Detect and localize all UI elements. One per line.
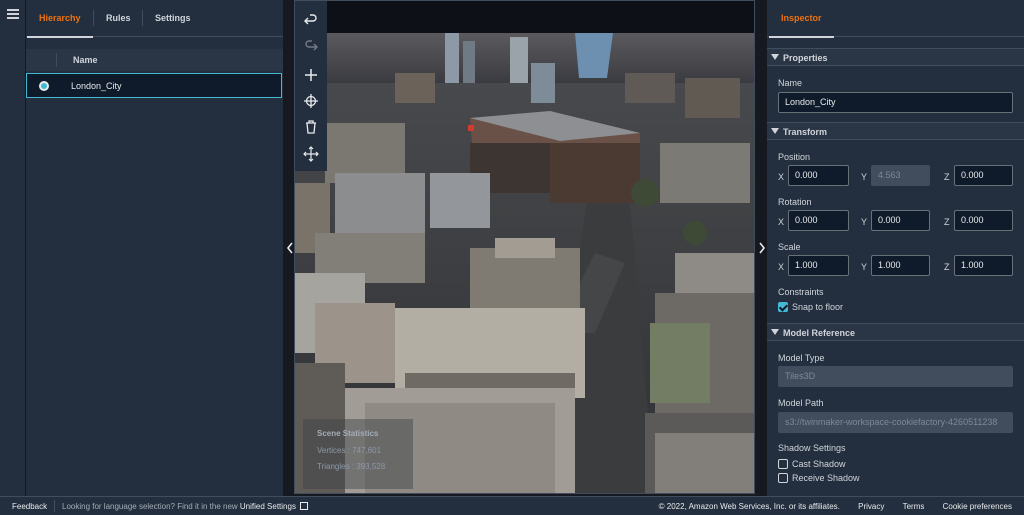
axis-y-label: Y xyxy=(861,172,868,182)
left-tabs: Hierarchy Rules Settings xyxy=(26,0,283,38)
console-footer: Feedback Looking for language selection?… xyxy=(0,496,1024,515)
scale-y-field[interactable]: 1.000 xyxy=(871,255,930,276)
external-link-icon xyxy=(300,502,309,510)
axis-x-label: X xyxy=(778,172,785,182)
rotation-z-field[interactable]: 0.000 xyxy=(954,210,1013,231)
section-label: Properties xyxy=(783,53,828,63)
caret-down-icon xyxy=(771,329,779,335)
model-path-label: Model Path xyxy=(778,398,824,408)
scene-viewport[interactable]: Scene Statistics Vertices : 747,601 Tria… xyxy=(294,0,755,494)
list-item-label: London_City xyxy=(71,81,122,91)
language-message-text: Looking for language selection? Find it … xyxy=(62,502,238,511)
redo-icon[interactable] xyxy=(303,39,319,55)
rotation-y-field[interactable]: 0.000 xyxy=(871,210,930,231)
side-rail xyxy=(0,0,26,496)
name-field[interactable]: London_City xyxy=(778,92,1013,113)
scale-z-field[interactable]: 1.000 xyxy=(954,255,1013,276)
hierarchy-panel: Hierarchy Rules Settings Name London_Cit… xyxy=(26,0,283,496)
position-y-field: 4.563 xyxy=(871,165,930,186)
caret-down-icon xyxy=(771,128,779,134)
scale-label: Scale xyxy=(778,242,801,252)
stats-vertices: Vertices : 747,601 xyxy=(317,446,382,455)
trash-icon[interactable] xyxy=(303,119,319,135)
model-type-field: Tiles3D xyxy=(778,366,1013,387)
footer-links: © 2022, Amazon Web Services, Inc. or its… xyxy=(659,502,1012,511)
caret-down-icon xyxy=(771,54,779,60)
unified-settings-link[interactable]: Unified Settings xyxy=(240,502,296,511)
add-icon[interactable] xyxy=(303,67,319,83)
tab-divider xyxy=(142,10,143,26)
header-divider xyxy=(56,53,57,67)
copyright-text: © 2022, Amazon Web Services, Inc. or its… xyxy=(658,502,840,511)
shadow-settings-label: Shadow Settings xyxy=(778,443,846,453)
target-icon[interactable] xyxy=(303,93,319,109)
move-icon[interactable] xyxy=(303,146,319,162)
tab-rules[interactable]: Rules xyxy=(106,0,131,37)
tab-inspector[interactable]: Inspector xyxy=(769,0,833,38)
footer-divider xyxy=(54,500,55,512)
rotation-label: Rotation xyxy=(778,197,812,207)
undo-icon[interactable] xyxy=(303,13,319,29)
snap-to-floor-checkbox[interactable] xyxy=(778,302,788,312)
section-model-reference[interactable]: Model Reference xyxy=(767,323,1024,341)
cast-shadow-label[interactable]: Cast Shadow xyxy=(792,459,846,469)
position-x-field[interactable]: 0.000 xyxy=(788,165,849,186)
hamburger-menu-icon[interactable] xyxy=(7,9,19,19)
rotation-x-field[interactable]: 0.000 xyxy=(788,210,849,231)
tab-hierarchy[interactable]: Hierarchy xyxy=(27,0,92,38)
section-transform[interactable]: Transform xyxy=(767,122,1024,140)
snap-to-floor-label[interactable]: Snap to floor xyxy=(792,302,843,312)
model-type-label: Model Type xyxy=(778,353,825,363)
cast-shadow-checkbox[interactable] xyxy=(778,459,788,469)
viewport-toolbar xyxy=(295,1,327,171)
tab-divider xyxy=(93,10,94,26)
privacy-link[interactable]: Privacy xyxy=(858,502,884,511)
name-label: Name xyxy=(778,78,803,88)
stats-title: Scene Statistics xyxy=(317,429,379,438)
section-label: Model Reference xyxy=(783,328,856,338)
axis-z-label: Z xyxy=(944,262,950,272)
table-header: Name xyxy=(26,49,283,71)
axis-x-label: X xyxy=(778,217,785,227)
scale-x-field[interactable]: 1.000 xyxy=(788,255,849,276)
inspector-panel: Inspector Properties Name London_City Tr… xyxy=(767,0,1024,496)
selection-radio[interactable] xyxy=(39,81,49,91)
terms-link[interactable]: Terms xyxy=(903,502,925,511)
axis-y-label: Y xyxy=(861,262,868,272)
language-message: Looking for language selection? Find it … xyxy=(62,502,309,511)
section-label: Transform xyxy=(783,127,828,137)
list-item[interactable]: London_City xyxy=(26,73,282,98)
inspector-tabs: Inspector xyxy=(767,0,1024,38)
axis-z-label: Z xyxy=(944,172,950,182)
axis-y-label: Y xyxy=(861,217,868,227)
receive-shadow-checkbox[interactable] xyxy=(778,473,788,483)
receive-shadow-label[interactable]: Receive Shadow xyxy=(792,473,860,483)
axis-x-label: X xyxy=(778,262,785,272)
axis-z-label: Z xyxy=(944,217,950,227)
constraints-label: Constraints xyxy=(778,287,824,297)
tab-settings[interactable]: Settings xyxy=(155,0,191,37)
feedback-link[interactable]: Feedback xyxy=(12,502,47,511)
scene-statistics-overlay: Scene Statistics Vertices : 747,601 Tria… xyxy=(303,419,413,489)
position-label: Position xyxy=(778,152,811,162)
position-z-field[interactable]: 0.000 xyxy=(954,165,1013,186)
cookie-preferences-link[interactable]: Cookie preferences xyxy=(943,502,1012,511)
section-properties[interactable]: Properties xyxy=(767,48,1024,66)
model-path-field: s3://twinmaker-workspace-cookiefactory-4… xyxy=(778,412,1013,433)
stats-triangles: Triangles : 393,528 xyxy=(317,462,386,471)
column-name-header[interactable]: Name xyxy=(73,55,98,65)
